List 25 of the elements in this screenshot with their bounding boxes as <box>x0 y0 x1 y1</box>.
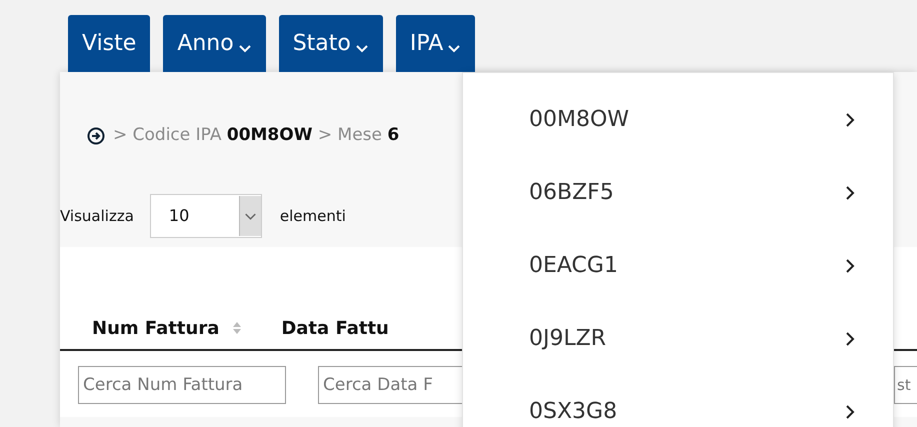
menu-tab[interactable]: Anno <box>163 15 266 72</box>
chevron-right-icon <box>845 112 855 128</box>
arrow-circle-icon[interactable] <box>87 126 105 144</box>
column-header[interactable]: Data Fattu <box>281 314 389 342</box>
chevron-right-icon <box>845 330 855 346</box>
chevron-right-icon <box>845 404 855 420</box>
breadcrumb: > Codice IPA 00M8OW > Mese 6 <box>113 124 400 147</box>
menu-tab[interactable]: Stato <box>278 15 383 72</box>
chevron-down-icon <box>238 196 261 236</box>
page-length-suffix: elementi <box>280 206 346 227</box>
chevron-right-icon <box>845 258 855 274</box>
column-header[interactable]: Num Fattura <box>92 314 242 342</box>
dropdown-item[interactable]: 06BZF5 <box>463 156 893 229</box>
menu-tab[interactable]: Viste <box>68 15 150 72</box>
chevron-right-icon <box>845 184 855 200</box>
filter-field[interactable]: st <box>894 366 917 404</box>
caret-icon <box>447 44 462 54</box>
filter-field[interactable]: Cerca Num Fattura <box>78 366 286 404</box>
menu-tab[interactable]: IPA <box>396 15 476 72</box>
page-length-label: Visualizza <box>60 206 134 227</box>
caret-icon <box>238 44 252 54</box>
dropdown-item[interactable]: 0EACG1 <box>463 229 893 302</box>
page-length-select[interactable]: 10 <box>150 194 262 238</box>
caret-icon <box>354 44 369 54</box>
dropdown-item[interactable]: 00M8OW <box>463 83 893 156</box>
